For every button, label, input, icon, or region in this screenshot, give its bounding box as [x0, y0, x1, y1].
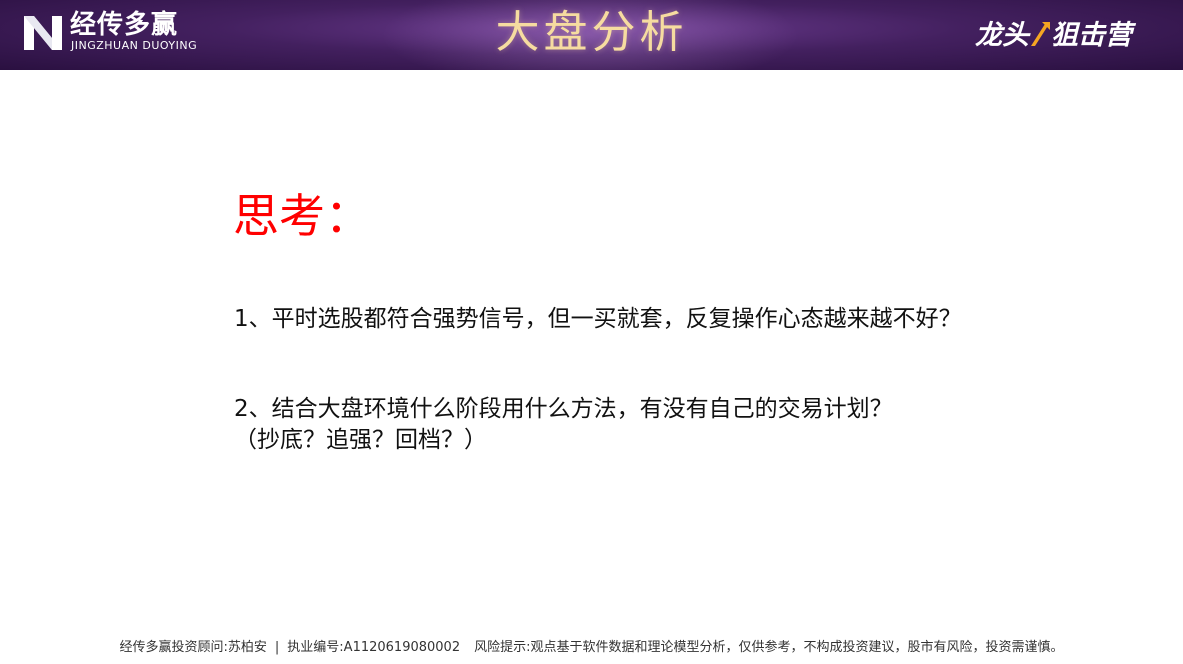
question-2-sub: （抄底？追强？回档？）	[234, 427, 487, 453]
footer-advisor: 经传多赢投资顾问:苏柏安	[119, 640, 267, 655]
arrow-slash-icon	[1031, 22, 1050, 46]
footer-separator: |	[274, 640, 280, 655]
footer-license: 执业编号:A1120619080002	[287, 640, 461, 655]
badge-text-left: 龙头	[975, 20, 1029, 51]
badge-text-right: 狙击营	[1051, 20, 1132, 51]
footer-disclaimer: 经传多赢投资顾问:苏柏安 | 执业编号:A1120619080002 风险提示:观点基…	[0, 636, 1183, 660]
question-1: 1、平时选股都符合强势信号，但一买就套，反复操作心态越来越不好？	[234, 306, 962, 332]
footer-risk: 风险提示:观点基于软件数据和理论模型分析，仅供参考，不构成投资建议，股市有风险，…	[474, 640, 1064, 655]
program-badge: 龙头 狙击营	[975, 16, 1132, 56]
section-heading: 思考：	[233, 189, 371, 243]
header-banner: 经传多赢 JINGZHUAN DUOYING 大盘分析 龙头 狙击营	[0, 0, 1183, 70]
